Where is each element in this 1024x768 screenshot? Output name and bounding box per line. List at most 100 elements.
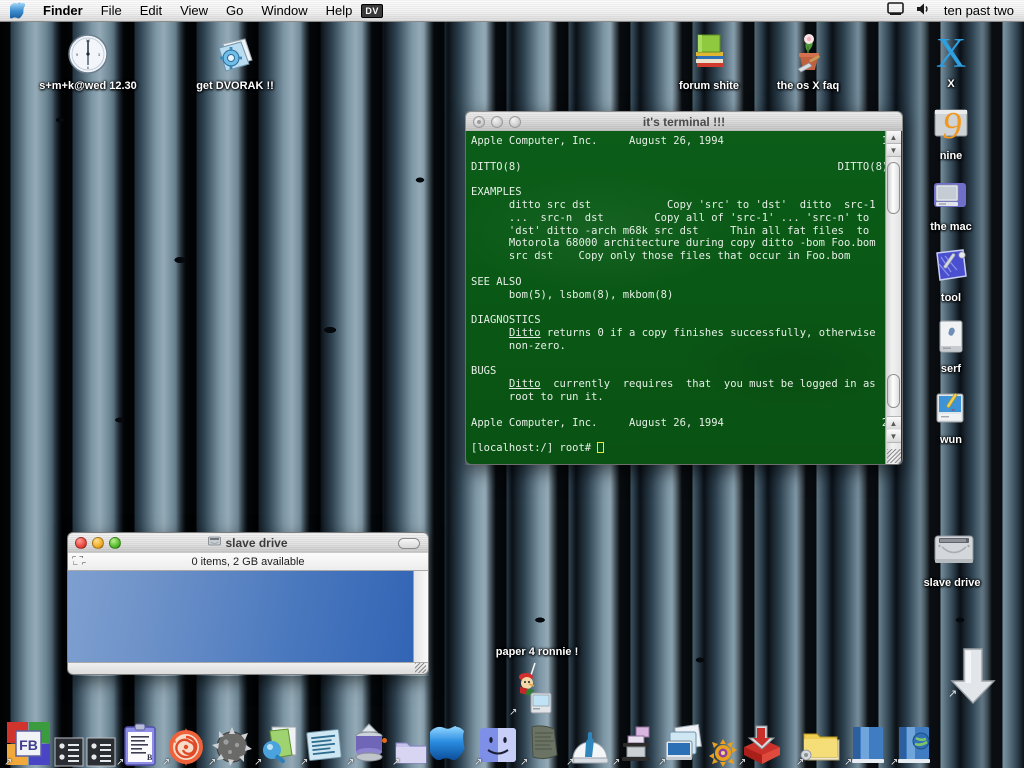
menu-item-file[interactable]: File: [92, 0, 131, 22]
resize-grip[interactable]: [415, 663, 426, 673]
dock-item-apple-app[interactable]: [427, 723, 474, 767]
terminal-body[interactable]: Apple Computer, Inc. August 26, 1994 1 D…: [465, 131, 903, 465]
scroll-up-arrow[interactable]: ▲: [886, 131, 901, 144]
terminal-text: Apple Computer, Inc. August 26, 1994 1 D…: [471, 135, 889, 455]
dv-badge-icon[interactable]: DV: [361, 3, 383, 18]
menu-item-finder[interactable]: Finder: [34, 0, 92, 22]
desktop-icon-label: wun: [940, 434, 962, 446]
developer-tools-icon: [927, 242, 975, 290]
scroll-down-arrow[interactable]: ▼: [886, 430, 901, 443]
imac-icon: [927, 171, 975, 219]
dock-item-finder-app[interactable]: ↗: [474, 723, 520, 768]
dock-item-book-globe-app[interactable]: ↗: [890, 723, 936, 768]
dock-item-folder-app[interactable]: ↗: [392, 733, 428, 768]
desktop-icon-x[interactable]: X X: [903, 28, 999, 91]
scroll-down-arrow-top[interactable]: ▼: [886, 144, 901, 157]
desktop-icon-serf[interactable]: serf: [903, 313, 999, 376]
books-icon: [685, 30, 733, 78]
alias-badge-icon: ↗: [844, 757, 853, 768]
dock-item-fb-app[interactable]: FB ↗: [4, 721, 52, 768]
dock-item-grid-app-2[interactable]: [86, 737, 116, 767]
dock-item-sherlock-app[interactable]: ↗: [254, 723, 300, 768]
dock-item-spiky-app[interactable]: ↗: [208, 723, 254, 768]
menu-item-window[interactable]: Window: [252, 0, 316, 22]
scroll-thumb-lower[interactable]: [887, 374, 900, 408]
svg-text:FB: FB: [19, 737, 38, 753]
desktop-icon-nine[interactable]: 9 nine: [903, 100, 999, 163]
alias-badge-icon: ↗: [890, 757, 899, 768]
dock-item-text-doc-app[interactable]: ↗: [300, 723, 346, 768]
menu-item-view[interactable]: View: [171, 0, 217, 22]
desktop-icon-wun[interactable]: wun: [903, 384, 999, 447]
dock-item-gear-app[interactable]: [708, 737, 738, 767]
dock-item-download-app[interactable]: ↗: [738, 723, 784, 768]
terminal-window[interactable]: it's terminal !!! Apple Computer, Inc. A…: [465, 111, 903, 465]
desktop-icon-tool[interactable]: tool: [903, 242, 999, 305]
hard-disk-icon: [928, 527, 976, 575]
terminal-cursor: [597, 442, 605, 454]
desktop-icon-slave-drive[interactable]: slave drive: [877, 527, 1024, 590]
desktop-icon-down-arrow[interactable]: ↗: [925, 645, 1021, 707]
desktop-icon-label: forum shite: [679, 80, 739, 92]
menu-bar-clock[interactable]: ten past two: [944, 3, 1014, 18]
desktop-icon-label: slave drive: [923, 577, 981, 589]
finder-window-slave-drive[interactable]: slave drive ⌐¬ ∟⌐ 0 items, 2 GB available: [67, 532, 429, 676]
resize-grip[interactable]: [887, 449, 901, 463]
mac-os-9-icon: 9: [927, 100, 975, 148]
desktop-icon-dvorak[interactable]: get DVORAK !!: [160, 30, 310, 93]
apple-logo-icon[interactable]: [0, 2, 34, 19]
svg-text:X: X: [936, 31, 966, 76]
desktop-icon-label: the mac: [930, 221, 972, 233]
finder-title-bar[interactable]: slave drive: [67, 532, 429, 553]
dock-item-disk-tool-app[interactable]: ↗: [346, 723, 392, 768]
desktop-icon-faq[interactable]: the os X faq: [733, 30, 883, 93]
alias-badge-icon: ↗: [738, 757, 747, 768]
svg-text:B: B: [147, 753, 153, 762]
alias-badge-icon: ↗: [116, 757, 125, 768]
dock-item-folder-gear-app[interactable]: ↗: [796, 723, 844, 768]
desktop-icon-paper-ronnie[interactable]: paper 4 ronnie ! ↗: [462, 646, 612, 719]
scroll-up-arrow-bottom[interactable]: ▲: [886, 416, 901, 429]
folder-gear-icon: [211, 30, 259, 78]
finder-vertical-scrollbar[interactable]: [413, 571, 428, 662]
dock-item-book-app[interactable]: ↗: [844, 723, 890, 768]
menu-item-edit[interactable]: Edit: [131, 0, 171, 22]
desktop-icon-themac[interactable]: the mac: [903, 171, 999, 234]
terminal-title-bar[interactable]: it's terminal !!!: [465, 111, 903, 131]
pinocchio-classic-mac-icon: ↗: [507, 661, 567, 719]
finder-status-bar: ⌐¬ ∟⌐ 0 items, 2 GB available: [67, 553, 429, 571]
dock-item-observatory-app[interactable]: ↗: [566, 723, 612, 768]
hard-disk-small-icon: [208, 536, 222, 550]
letter-x-icon: X: [927, 28, 975, 77]
alias-badge-icon: ↗: [566, 757, 575, 768]
finder-content-area[interactable]: [67, 571, 429, 662]
display-icon[interactable]: [887, 2, 904, 19]
dock-item-spiral-app[interactable]: ↗: [162, 723, 208, 768]
terminal-scrollbar[interactable]: ▲ ▼ ▲ ▼: [885, 131, 901, 464]
alias-badge-icon: ↗: [392, 757, 401, 768]
speaker-icon[interactable]: [916, 2, 932, 19]
alias-badge-icon: ↗: [208, 757, 217, 768]
dock-item-rosetta-app[interactable]: ↗: [520, 723, 566, 768]
dock-item-remote-desktop-app[interactable]: ↗: [658, 723, 706, 768]
desktop-icon-smk[interactable]: 12369 s+m+k@wed 12.30: [13, 30, 163, 93]
svg-text:9: 9: [943, 105, 962, 147]
menu-item-go[interactable]: Go: [217, 0, 252, 22]
toolbar-toggle-button[interactable]: [398, 537, 420, 549]
server-icon: [927, 313, 975, 361]
down-arrow-alias-icon: ↗: [944, 645, 1002, 707]
finder-window-title: slave drive: [225, 536, 288, 550]
dock-item-grid-app-1[interactable]: [54, 737, 84, 767]
scroll-thumb-upper[interactable]: [887, 162, 900, 214]
alias-badge-icon: ↗: [658, 757, 667, 768]
dock-item-print-center-app[interactable]: ↗: [612, 723, 658, 768]
menu-item-help[interactable]: Help: [317, 0, 362, 22]
desktop-icon-label: X: [947, 78, 955, 90]
dock[interactable]: FB ↗ B ↗ ↗ ↗ ↗ ↗ ↗ ↗ ↗ ↗ ↗ ↗ ↗ ↗ ↗ ↗ ↗: [0, 718, 1024, 768]
desktop-icon-label: s+m+k@wed 12.30: [39, 80, 137, 92]
flower-pot-icon: [784, 30, 832, 78]
view-corners-icon[interactable]: ⌐¬ ∟⌐: [72, 554, 88, 568]
finder-status-text: 0 items, 2 GB available: [191, 555, 305, 568]
dock-item-clipboard-app[interactable]: B ↗: [116, 723, 162, 768]
alias-badge-icon: ↗: [796, 757, 805, 768]
